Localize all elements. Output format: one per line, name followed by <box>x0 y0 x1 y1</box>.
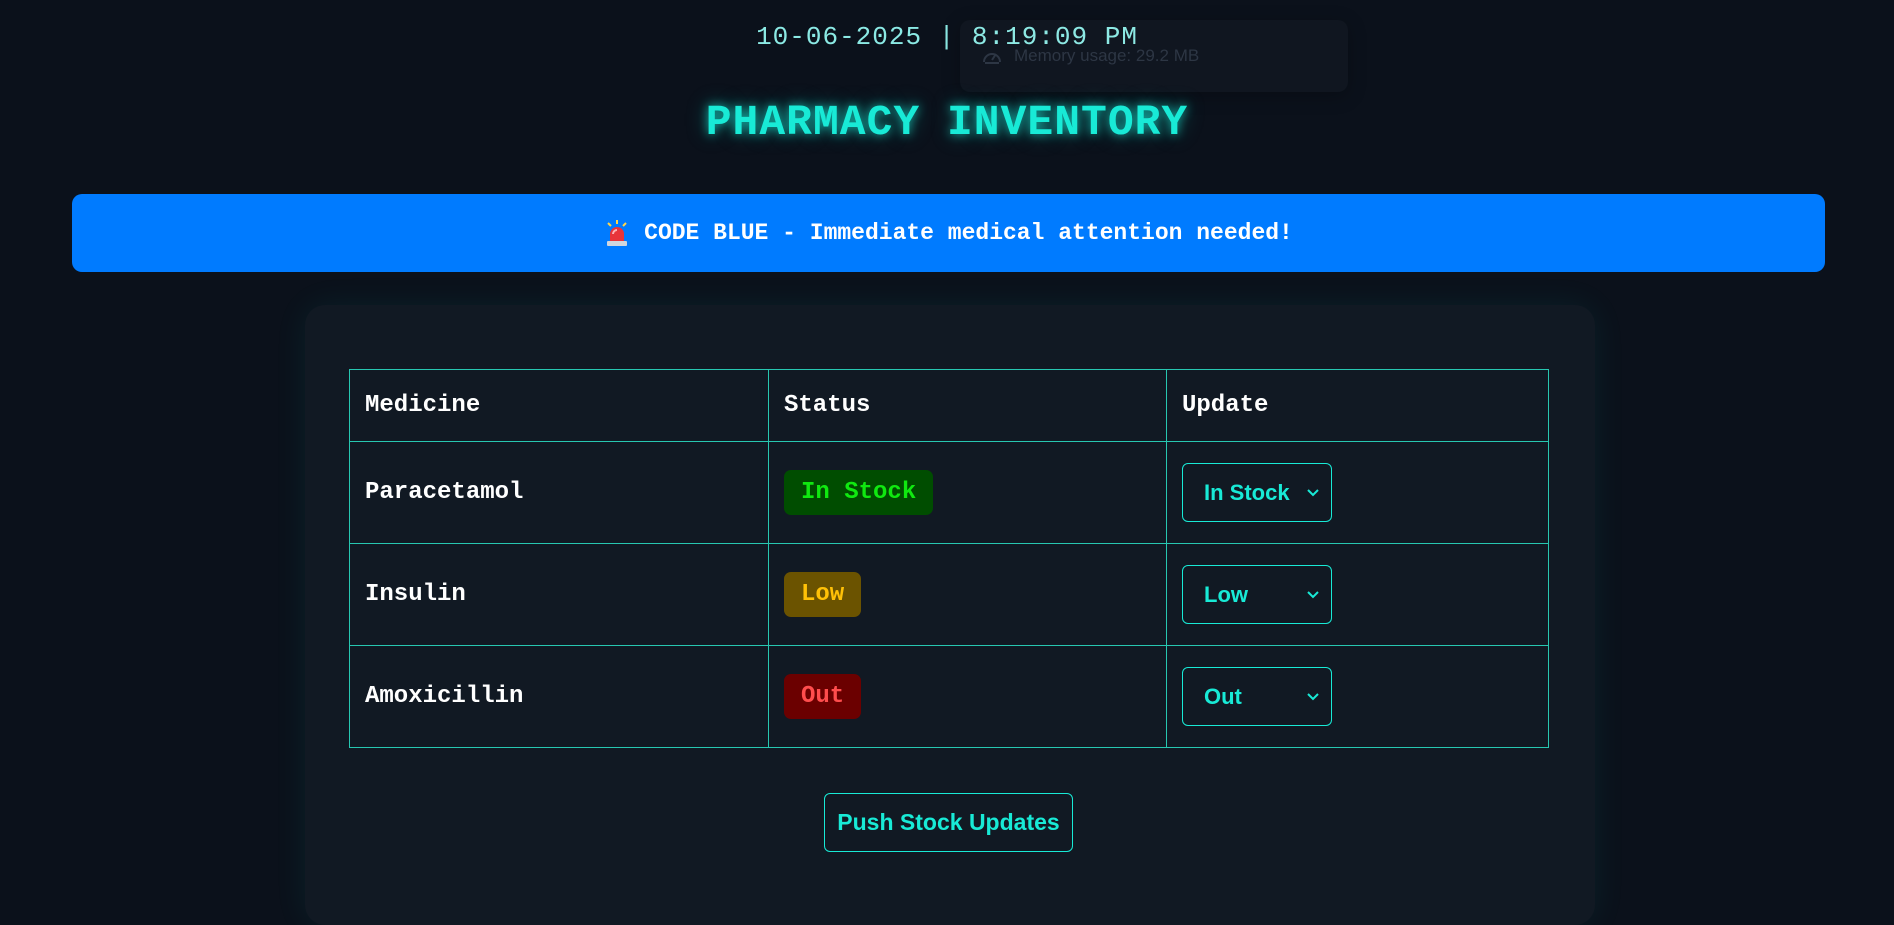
medicine-name: Insulin <box>349 543 769 646</box>
status-select[interactable]: Out <box>1182 667 1332 726</box>
gauge-icon <box>982 47 1002 65</box>
memory-usage-row: Memory usage: 29.2 MB <box>982 46 1199 66</box>
update-cell: Out <box>1166 645 1549 748</box>
column-header-update: Update <box>1166 369 1549 442</box>
siren-icon <box>604 219 630 247</box>
status-select-value: Out <box>1204 683 1242 709</box>
chevron-down-icon <box>1307 488 1319 497</box>
update-cell: Low <box>1166 543 1549 646</box>
memory-usage-tooltip: Memory usage: 29.2 MB <box>960 20 1348 92</box>
column-header-status: Status <box>768 369 1167 442</box>
status-badge: Low <box>784 572 862 617</box>
status-badge: In Stock <box>784 470 934 515</box>
status-cell: In Stock <box>768 441 1167 544</box>
status-badge: Out <box>784 674 862 719</box>
alert-text: CODE BLUE - Immediate medical attention … <box>644 220 1293 246</box>
table-row: Insulin Low Low <box>349 543 1549 646</box>
medicine-name: Paracetamol <box>349 441 769 544</box>
column-header-medicine: Medicine <box>349 369 769 442</box>
status-select[interactable]: In Stock <box>1182 463 1332 522</box>
status-cell: Out <box>768 645 1167 748</box>
code-blue-alert: CODE BLUE - Immediate medical attention … <box>72 194 1825 272</box>
table-row: Paracetamol In Stock In Stock <box>349 441 1549 544</box>
table-row: Amoxicillin Out Out <box>349 645 1549 748</box>
update-cell: In Stock <box>1166 441 1549 544</box>
push-stock-updates-button[interactable]: Push Stock Updates <box>824 793 1073 852</box>
memory-usage-text: Memory usage: 29.2 MB <box>1014 46 1200 65</box>
status-select[interactable]: Low <box>1182 565 1332 624</box>
inventory-table: Medicine Status Update Paracetamol In St… <box>349 369 1549 748</box>
chevron-down-icon <box>1307 692 1319 701</box>
status-select-value: In Stock <box>1204 479 1290 505</box>
table-header-row: Medicine Status Update <box>349 369 1549 442</box>
chevron-down-icon <box>1307 590 1319 599</box>
page-title: PHARMACY INVENTORY <box>705 98 1189 147</box>
medicine-name: Amoxicillin <box>349 645 769 748</box>
datetime-display: 10-06-2025 | 8:19:09 PM <box>756 22 1138 52</box>
status-cell: Low <box>768 543 1167 646</box>
status-select-value: Low <box>1204 581 1248 607</box>
